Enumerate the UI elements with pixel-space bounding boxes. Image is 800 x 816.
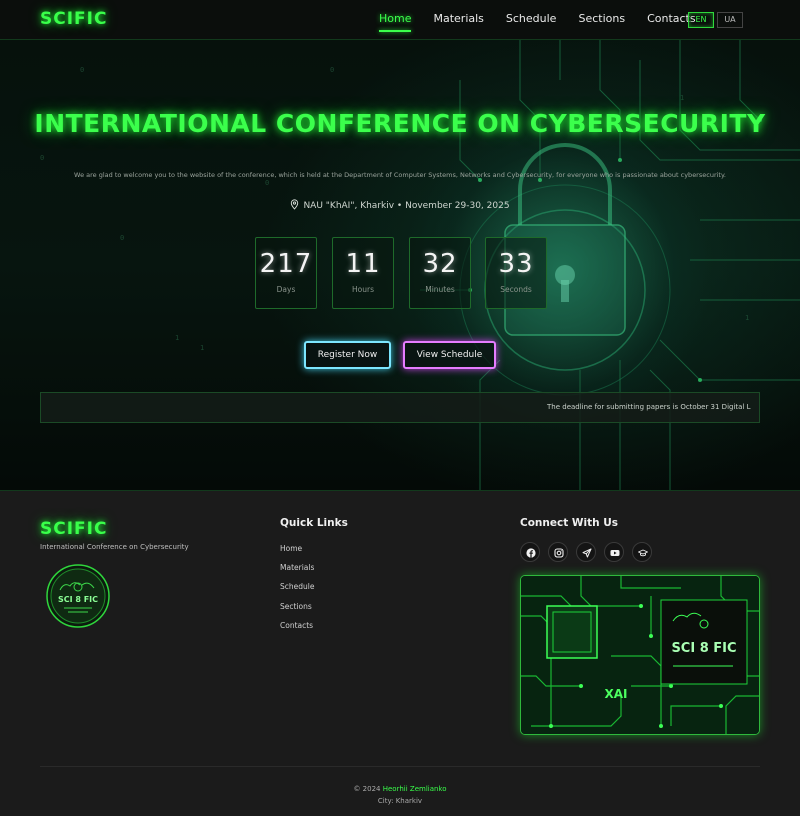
youtube-icon — [610, 550, 620, 556]
view-schedule-button[interactable]: View Schedule — [403, 341, 496, 369]
svg-text:0: 0 — [120, 234, 124, 242]
countdown-days-label: Days — [276, 285, 296, 294]
footer-link-contacts[interactable]: Contacts — [280, 621, 314, 640]
copyright: © 2024 Heorhii Zemlianko — [0, 785, 800, 793]
nav-link-schedule[interactable]: Schedule — [506, 0, 557, 40]
top-navbar: SCIFIC Home Materials Schedule Sections … — [0, 0, 800, 40]
countdown-days: 217 Days — [255, 237, 317, 309]
telegram-link[interactable] — [576, 542, 596, 562]
register-now-button[interactable]: Register Now — [304, 341, 391, 369]
conference-badge-logo: SCI 8 FIC — [46, 564, 110, 628]
site-logo[interactable]: SCIFIC — [40, 9, 107, 29]
map-pin-icon — [291, 199, 299, 210]
location-text: NAU "KhAI", Kharkiv • November 29-30, 20… — [303, 201, 510, 211]
hero-section: 000 011 101 INTERNATIONAL CONFERENCE ON … — [0, 40, 800, 490]
lang-ua-button[interactable]: UA — [717, 12, 743, 28]
svg-text:1: 1 — [745, 314, 749, 322]
countdown-seconds: 33 Seconds — [485, 237, 547, 309]
event-location: NAU "KhAI", Kharkiv • November 29-30, 20… — [0, 199, 800, 211]
youtube-link[interactable] — [604, 542, 624, 562]
nav-link-materials[interactable]: Materials — [433, 0, 483, 40]
instagram-icon — [554, 548, 564, 558]
facebook-icon — [526, 548, 536, 558]
hero-subtitle: We are glad to welcome you to the websit… — [74, 171, 726, 179]
svg-text:0: 0 — [40, 154, 44, 162]
svg-text:0: 0 — [80, 66, 84, 74]
countdown-minutes-value: 32 — [422, 249, 458, 279]
svg-text:1: 1 — [175, 334, 179, 342]
countdown-minutes: 32 Minutes — [409, 237, 471, 309]
telegram-icon — [582, 548, 592, 558]
instagram-link[interactable] — [548, 542, 568, 562]
countdown-hours-value: 11 — [345, 249, 381, 279]
countdown-hours: 11 Hours — [332, 237, 394, 309]
circuit-board-art: SCI 8 FIC XAI — [521, 576, 759, 734]
ticker-text: The deadline for submitting papers is Oc… — [547, 403, 751, 411]
countdown-minutes-label: Minutes — [425, 285, 455, 294]
badge-text: SCI 8 FIC — [58, 595, 98, 604]
city-text: City: Kharkiv — [377, 797, 423, 805]
countdown-hours-label: Hours — [352, 285, 374, 294]
academic-link[interactable] — [632, 542, 652, 562]
nav-link-home[interactable]: Home — [379, 0, 412, 40]
footer-link-home[interactable]: Home — [280, 544, 314, 563]
svg-text:0: 0 — [330, 66, 334, 74]
connect-title: Connect With Us — [520, 517, 618, 529]
footer-link-sections[interactable]: Sections — [280, 602, 314, 621]
countdown-seconds-value: 33 — [498, 249, 534, 279]
footer-link-schedule[interactable]: Schedule — [280, 582, 314, 601]
hero-title: INTERNATIONAL CONFERENCE ON CYBERSECURIT… — [34, 109, 766, 138]
svg-text:1: 1 — [200, 344, 204, 352]
lang-en-button[interactable]: EN — [688, 12, 714, 28]
quick-links-list: Home Materials Schedule Sections Contact… — [280, 544, 314, 640]
quick-links-title: Quick Links — [280, 517, 348, 529]
footer-logo[interactable]: SCIFIC — [40, 519, 107, 539]
svg-text:0: 0 — [265, 179, 269, 187]
footer-link-materials[interactable]: Materials — [280, 563, 314, 582]
nav-link-sections[interactable]: Sections — [578, 0, 625, 40]
board-text: SCI 8 FIC — [671, 641, 736, 656]
author-link[interactable]: Heorhii Zemlianko — [383, 785, 447, 793]
svg-text:1: 1 — [680, 94, 684, 102]
news-ticker: The deadline for submitting papers is Oc… — [40, 392, 760, 423]
nav-links: Home Materials Schedule Sections Contact… — [379, 0, 718, 40]
footer-divider — [40, 766, 760, 767]
circuit-board-image: SCI 8 FIC XAI — [520, 575, 760, 735]
site-footer: SCIFIC International Conference on Cyber… — [0, 490, 800, 816]
copyright-prefix: © 2024 — [353, 785, 381, 793]
countdown-seconds-label: Seconds — [500, 285, 532, 294]
graduation-cap-icon — [638, 549, 648, 557]
board-mark: XAI — [604, 687, 627, 701]
footer-tagline: International Conference on Cybersecurit… — [40, 543, 189, 551]
countdown-days-value: 217 — [259, 249, 313, 279]
facebook-link[interactable] — [520, 542, 540, 562]
